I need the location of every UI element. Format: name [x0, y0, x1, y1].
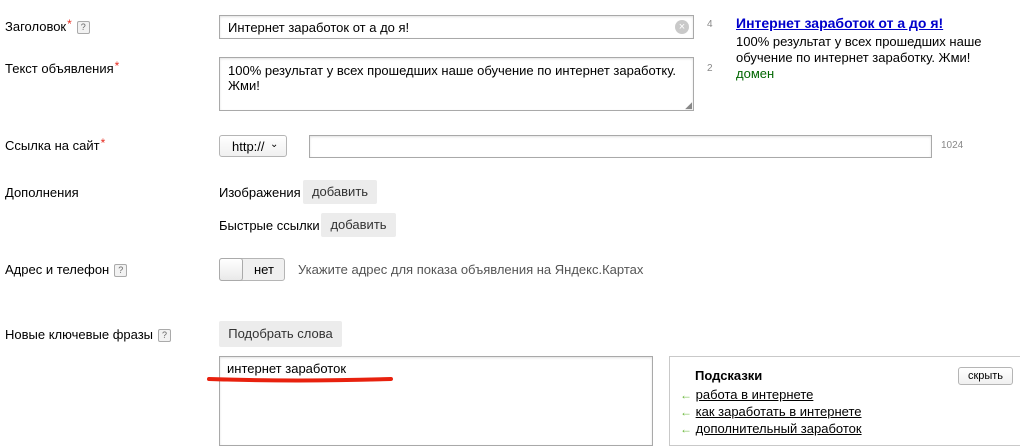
help-icon[interactable]: ?: [158, 329, 172, 342]
link-counter: 1024: [941, 140, 964, 151]
resize-handle-icon[interactable]: ◢: [685, 101, 692, 110]
arrow-left-icon: ←: [680, 422, 692, 436]
preview-body: 100% результат у всех прошедших наше обу…: [736, 34, 982, 65]
hint-link[interactable]: работа в интернете: [696, 387, 814, 402]
title-input[interactable]: Интернет заработок от а до я! ×: [219, 15, 694, 39]
link-input[interactable]: [309, 135, 932, 158]
hint-link[interactable]: как заработать в интернете: [696, 404, 862, 419]
add-sitelinks-button[interactable]: добавить: [321, 213, 396, 237]
address-label-text: Адрес и телефон: [5, 262, 110, 277]
text-counter: 2: [707, 63, 713, 74]
text-label-text: Текст объявления: [5, 61, 114, 76]
keywords-label-text: Новые ключевые фразы: [5, 327, 154, 342]
protocol-value: http://: [232, 139, 265, 154]
required-mark: *: [100, 136, 106, 150]
chevron-down-icon: ⌄: [270, 139, 279, 150]
keywords-field-label: Новые ключевые фразы?: [5, 327, 172, 342]
arrow-left-icon: ←: [680, 405, 692, 419]
toggle-state-label: нет: [254, 262, 274, 277]
preview-title-link[interactable]: Интернет заработок от а до я!: [736, 15, 1016, 32]
keywords-textarea[interactable]: интернет заработок: [219, 356, 653, 446]
title-counter: 4: [707, 19, 713, 30]
sitelinks-label: Быстрые ссылки: [219, 218, 320, 233]
preview-domain: домен: [736, 66, 775, 81]
text-textarea[interactable]: 100% результат у всех прошедших наше обу…: [219, 57, 694, 111]
title-input-value: Интернет заработок от а до я!: [228, 20, 410, 35]
text-textarea-value: 100% результат у всех прошедших наше обу…: [228, 63, 677, 93]
required-mark: *: [67, 17, 72, 31]
help-icon[interactable]: ?: [114, 264, 128, 277]
address-toggle[interactable]: нет: [219, 258, 285, 281]
text-field-label: Текст объявления*: [5, 59, 120, 76]
red-underline-annotation: [207, 377, 393, 383]
add-image-button[interactable]: добавить: [303, 180, 377, 204]
hint-link[interactable]: дополнительный заработок: [696, 421, 862, 436]
pick-words-button[interactable]: Подобрать слова: [219, 321, 342, 347]
required-mark: *: [114, 59, 120, 73]
hints-title: Подсказки: [695, 368, 763, 383]
title-label-text: Заголовок: [5, 19, 67, 34]
arrow-left-icon: ←: [680, 388, 692, 402]
extras-label: Дополнения: [5, 185, 79, 200]
hint-item[interactable]: ← работа в интернете: [680, 387, 813, 402]
link-field-label: Ссылка на сайт*: [5, 136, 106, 153]
address-field-label: Адрес и телефон?: [5, 262, 128, 277]
protocol-select[interactable]: http:// ⌄: [219, 135, 287, 157]
images-label: Изображения: [219, 185, 301, 200]
title-field-label: Заголовок*?: [5, 17, 90, 34]
hint-item[interactable]: ← как заработать в интернете: [680, 404, 862, 419]
link-label-text: Ссылка на сайт: [5, 138, 100, 153]
address-hint: Укажите адрес для показа объявления на Я…: [298, 262, 644, 277]
ad-preview: Интернет заработок от а до я! 100% резул…: [736, 15, 1016, 82]
hide-hints-button[interactable]: скрыть: [958, 367, 1013, 385]
help-icon[interactable]: ?: [76, 21, 90, 34]
hint-item[interactable]: ← дополнительный заработок: [680, 421, 862, 436]
hints-panel: Подсказки скрыть ← работа в интернете ← …: [669, 356, 1020, 446]
toggle-knob: [219, 258, 243, 281]
clear-icon[interactable]: ×: [675, 20, 689, 34]
